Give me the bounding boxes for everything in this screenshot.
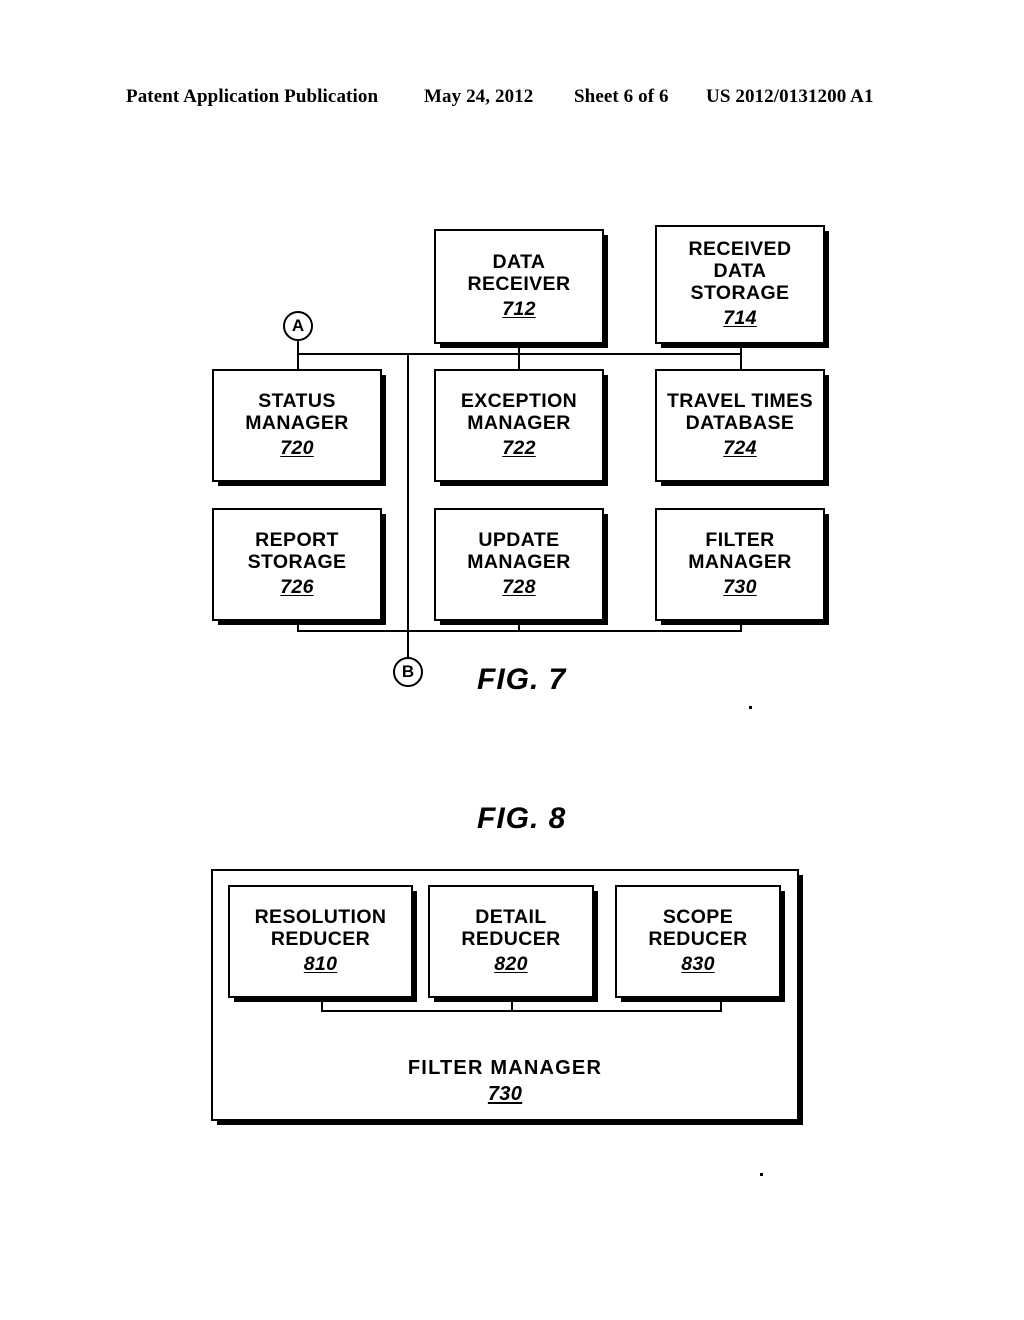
box-detail-reducer-ref: 820 xyxy=(494,952,528,975)
box-resolution-reducer-ref: 810 xyxy=(303,952,338,975)
box-resolution-reducer[interactable]: RESOLUTION REDUCER 810 xyxy=(228,885,413,998)
scan-speck xyxy=(749,706,752,709)
box-scope-reducer[interactable]: SCOPE REDUCER 830 xyxy=(615,885,781,998)
box-detail-reducer-title: DETAIL REDUCER xyxy=(461,906,561,951)
box-detail-reducer[interactable]: DETAIL REDUCER 820 xyxy=(428,885,594,998)
figure-8-inner-bus-line xyxy=(321,1010,721,1012)
figure-8-caption: FIG. 8 xyxy=(477,802,567,835)
container-filter-manager-title: FILTER MANAGER xyxy=(407,1057,603,1079)
box-scope-reducer-title: SCOPE REDUCER xyxy=(648,906,748,951)
scan-speck xyxy=(760,1173,763,1176)
container-filter-manager-label: FILTER MANAGER 730 xyxy=(211,1057,799,1106)
container-filter-manager-ref: 730 xyxy=(487,1083,523,1105)
figure-8-stem-scope-reducer xyxy=(720,997,722,1012)
figure-8-stem-detail-reducer xyxy=(511,997,513,1012)
box-scope-reducer-ref: 830 xyxy=(681,952,715,975)
figure-8-stem-resolution-reducer xyxy=(321,997,323,1012)
box-resolution-reducer-title: RESOLUTION REDUCER xyxy=(254,906,387,951)
figure-8: FIG. 8 RESOLUTION REDUCER 810 DETAIL RED… xyxy=(0,0,1024,1200)
